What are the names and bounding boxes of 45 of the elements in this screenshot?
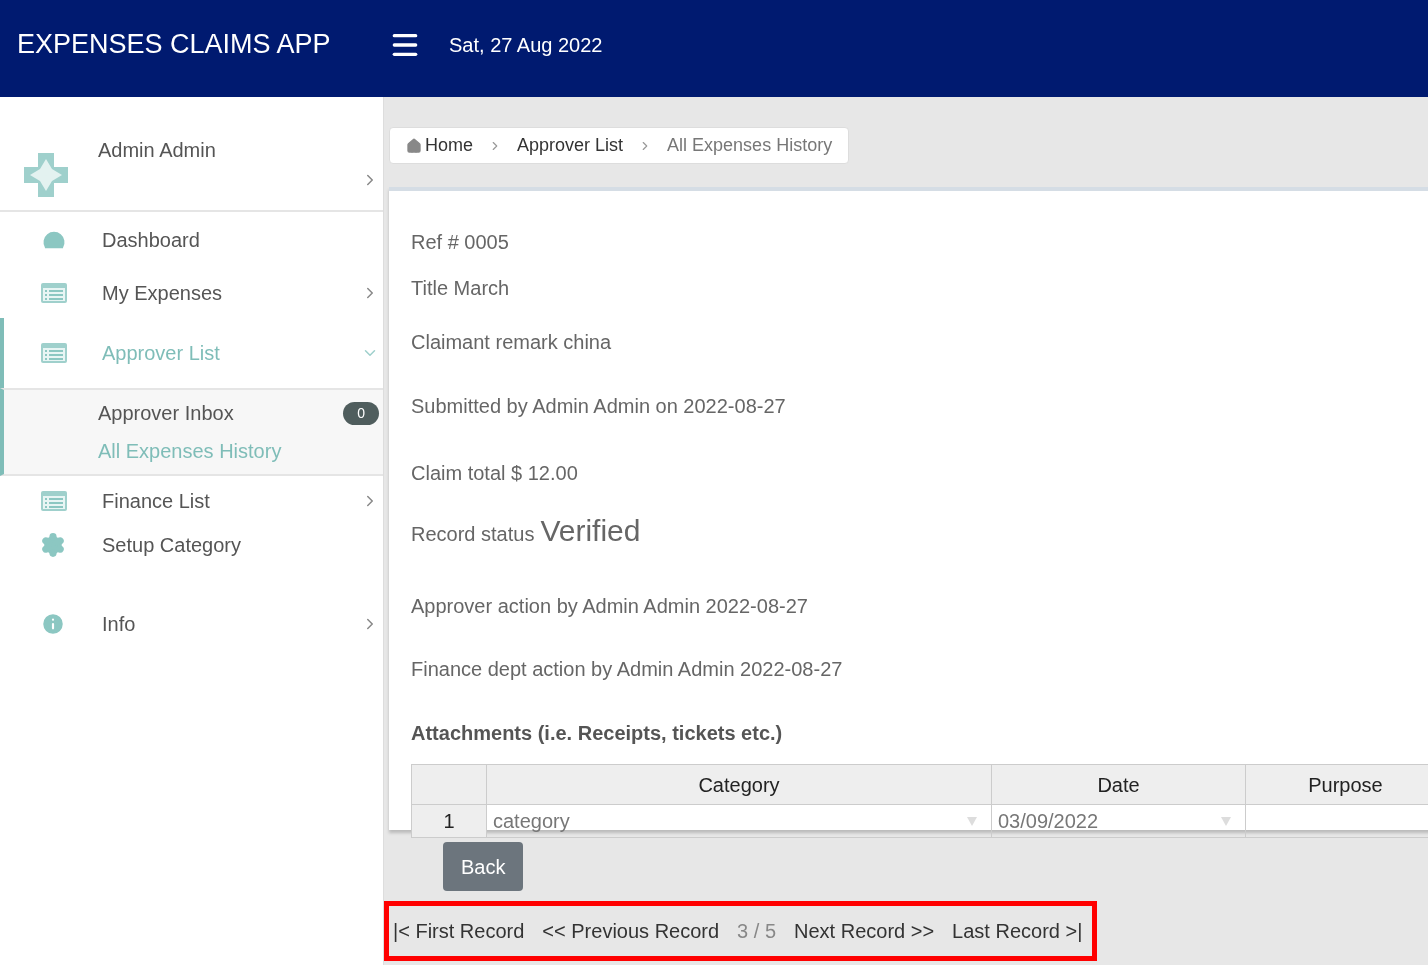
column-header: Category xyxy=(486,764,992,805)
row-number: 1 xyxy=(411,804,487,838)
detail-line: Claim total $ 12.00 xyxy=(411,461,579,486)
list-icon xyxy=(40,342,68,364)
attachments-title: Attachments (i.e. Receipts, tickets etc.) xyxy=(411,721,784,746)
detail-line: Submitted by Admin Admin on 2022-08-27 xyxy=(411,394,787,419)
date-select[interactable]: 03/09/2022 xyxy=(991,804,1246,838)
profile-item[interactable]: Admin Admin xyxy=(0,99,383,212)
header-date: Sat, 27 Aug 2022 xyxy=(449,32,603,58)
column-header: Purpose xyxy=(1245,764,1428,805)
app-title: EXPENSES CLAIMS APP xyxy=(17,28,332,62)
detail-line: Title March xyxy=(411,276,511,301)
detail-line: Ref # 0005 xyxy=(411,230,510,255)
detail-line: Finance dept action by Admin Admin 2022-08-27 xyxy=(411,657,844,682)
user-name: Admin Admin xyxy=(98,138,216,163)
count-badge: 0 xyxy=(343,401,379,425)
sidebar-item[interactable]: Dashboard xyxy=(0,212,383,268)
breadcrumb-link[interactable]: Approver List xyxy=(517,132,624,159)
sidebar-item[interactable]: Setup Category xyxy=(0,526,383,564)
caret-icon xyxy=(967,816,977,826)
next-record-link[interactable]: Next Record >> xyxy=(794,916,935,946)
submenu-item[interactable]: Approver Inbox 0 xyxy=(4,394,383,432)
status-value: Verified xyxy=(540,513,641,549)
detail-label: Record status xyxy=(411,522,535,547)
previous-record-link[interactable]: << Previous Record xyxy=(542,916,720,946)
column-header: Date xyxy=(991,764,1246,805)
first-record-link[interactable]: |< First Record xyxy=(393,916,525,946)
back-button[interactable]: Back xyxy=(443,842,524,891)
detail-line: Approver action by Admin Admin 2022-08-27 xyxy=(411,594,809,619)
user-avatar-icon xyxy=(22,150,70,199)
category-select[interactable]: category xyxy=(486,804,992,838)
sidebar-item[interactable]: Info xyxy=(0,598,383,650)
list-icon xyxy=(40,282,68,304)
home-icon xyxy=(406,137,422,154)
record-position: 3 / 5 xyxy=(737,919,777,944)
last-record-link[interactable]: Last Record >| xyxy=(952,916,1083,946)
settings-icon xyxy=(40,532,66,558)
sidebar-item[interactable]: Finance List xyxy=(0,476,383,526)
caret-icon xyxy=(1221,816,1231,826)
sidebar-item[interactable]: My Expenses xyxy=(0,268,383,318)
detail-line: Claimant remark china xyxy=(411,330,613,355)
list-icon xyxy=(40,490,68,512)
breadcrumb-link[interactable]: All Expenses History xyxy=(667,132,833,159)
info-icon xyxy=(40,611,66,637)
breadcrumb-link[interactable]: Home xyxy=(425,132,473,159)
